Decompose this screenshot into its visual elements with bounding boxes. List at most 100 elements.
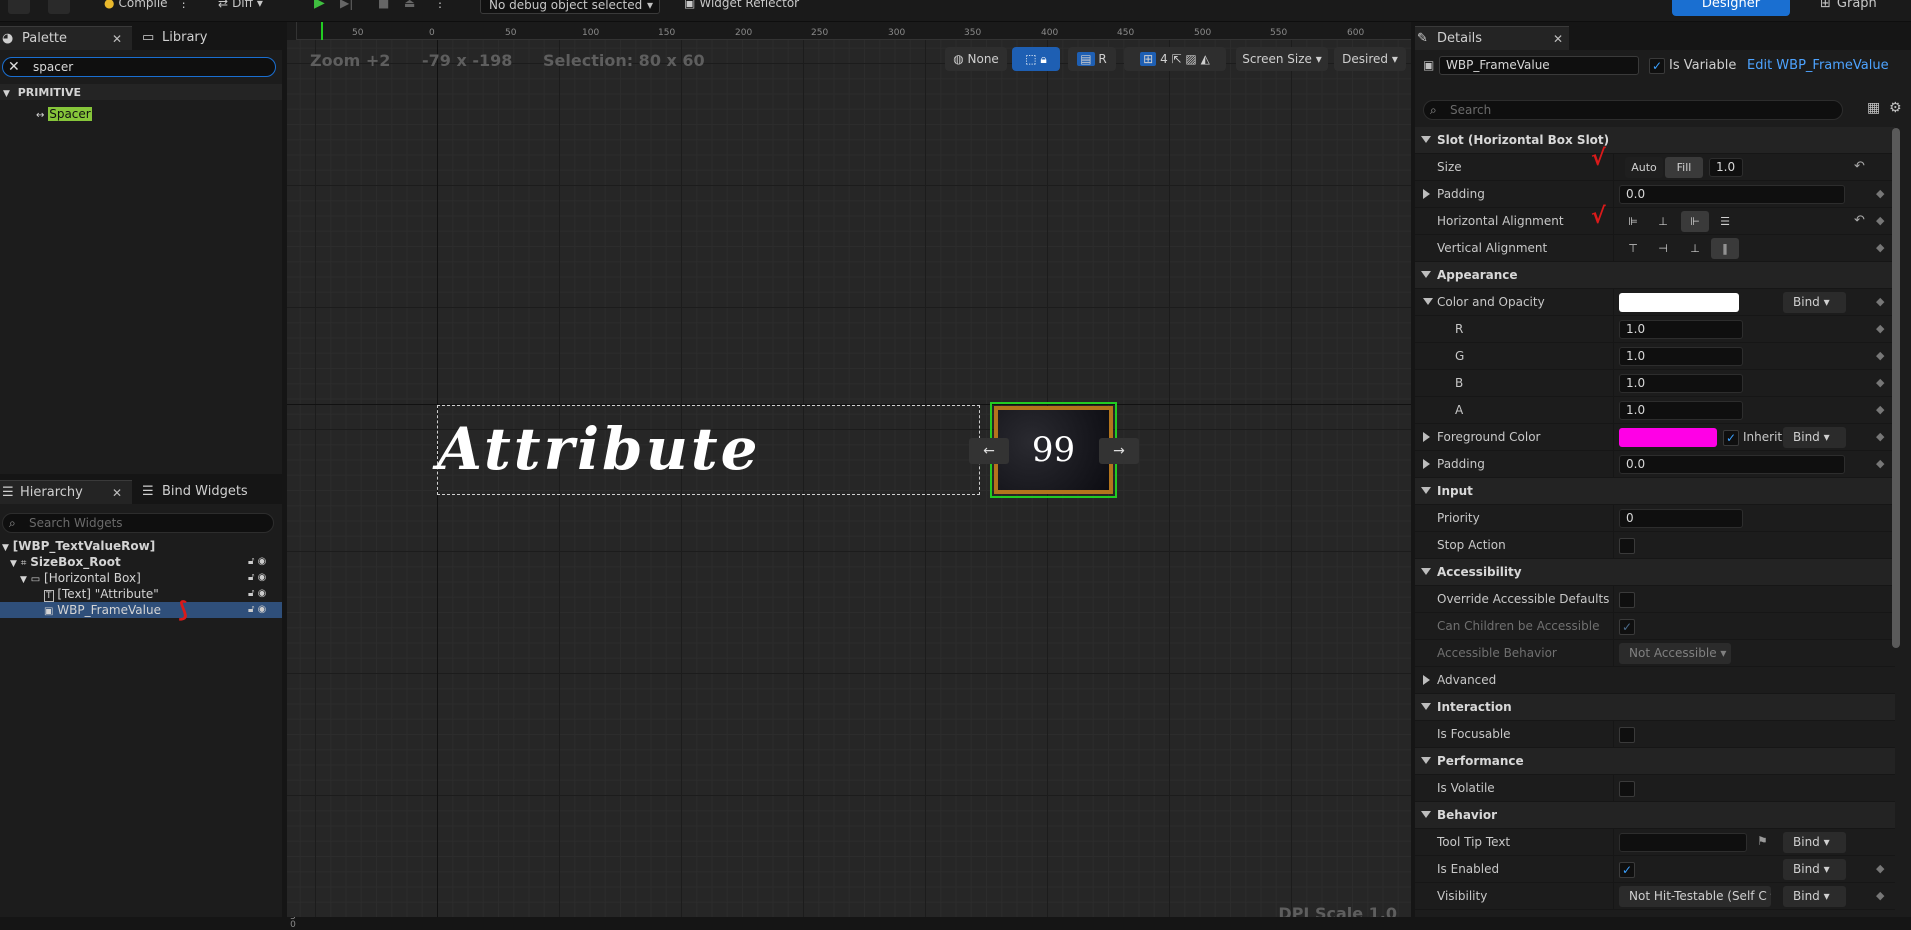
bind-pin-icon[interactable]: ◆ [1876,322,1884,335]
palette-category[interactable]: ▼ PRIMITIVE [0,84,282,100]
debug-object-select[interactable]: No debug object selected ▾ [480,0,660,14]
tab-palette[interactable]: ◕ Palette ✕ [0,26,132,50]
caret-right-icon[interactable] [1423,189,1430,199]
move-right-arrow-icon[interactable]: → [1099,438,1139,464]
close-icon[interactable]: ✕ [1553,27,1563,51]
palette-item-spacer[interactable]: ↔ Spacer [36,106,92,122]
foreground-color-swatch[interactable] [1619,428,1717,447]
is-variable-checkbox[interactable]: ✓ [1649,58,1665,74]
bind-pin-icon[interactable]: ◆ [1876,187,1884,200]
zoom-to-fit-button[interactable]: ▤ R [1068,47,1116,71]
gear-icon[interactable]: ⚙ [1889,100,1902,116]
close-icon[interactable]: ✕ [112,481,122,505]
lock-visibility-toggle[interactable]: 🔓︎ ◉ [248,554,278,570]
move-left-arrow-icon[interactable]: ← [969,438,1009,464]
lock-icon[interactable] [248,538,278,554]
section-interaction[interactable]: Interaction [1415,694,1895,721]
bind-pin-icon[interactable]: ◆ [1876,349,1884,362]
fill-screen-dropdown[interactable]: Desired ▾ [1334,47,1406,71]
bind-button[interactable]: Bind ▾ [1783,292,1846,313]
clear-search-icon[interactable]: ✕ [8,58,20,76]
tree-row-frame-value[interactable]: ▣ WBP_FrameValue [0,602,282,618]
bind-pin-icon[interactable]: ◆ [1876,430,1884,443]
bind-pin-icon[interactable]: ◆ [1876,889,1884,902]
localization-preview-button[interactable]: ◍ None [945,47,1007,71]
close-icon[interactable]: ✕ [112,27,122,51]
lock-visibility-toggle[interactable]: 🔓︎ ◉ [248,602,278,618]
section-behavior[interactable]: Behavior [1415,802,1895,829]
step-button[interactable]: ▶| [340,0,353,10]
browse-icon[interactable] [48,0,70,14]
stop-button[interactable]: ■ [378,0,389,10]
stop-action-checkbox[interactable] [1619,538,1635,554]
section-appearance[interactable]: Appearance [1415,262,1895,289]
frame-value-widget[interactable]: 99 [990,402,1117,498]
details-scrollbar[interactable] [1892,128,1900,648]
section-input[interactable]: Input [1415,478,1895,505]
lock-visibility-toggle[interactable]: 🔓︎ ◉ [248,586,278,602]
bind-pin-icon[interactable]: ◆ [1876,457,1884,470]
align-right-icon[interactable]: ⊩ [1681,211,1709,232]
save-icon[interactable] [8,0,30,14]
palette-search-input[interactable]: ✕ spacer [2,57,276,77]
reset-icon[interactable]: ↶ [1854,213,1865,228]
flag-icon[interactable]: ⚑ [1757,834,1768,848]
a-input[interactable]: 1.0 [1619,401,1743,420]
tree-row-sizebox[interactable]: ▼ ⌗ SizeBox_Root [10,554,282,570]
section-performance[interactable]: Performance [1415,748,1895,775]
section-slot[interactable]: Slot (Horizontal Box Slot) [1415,127,1895,154]
valign-fill-icon[interactable]: ‖ [1711,238,1739,259]
r-input[interactable]: 1.0 [1619,320,1743,339]
designer-canvas[interactable]: Attribute 99 ← → Zoom +2 -79 x -198 Sele… [287,40,1411,917]
bind-button[interactable]: Bind ▾ [1783,832,1846,853]
compile-options-icon[interactable]: ⋮ [178,0,190,9]
override-accessible-checkbox[interactable] [1619,592,1635,608]
details-search-input[interactable]: ⌕ Search [1423,100,1843,120]
tree-row-horizontal-box[interactable]: ▼ ▭ [Horizontal Box] [20,570,282,586]
b-input[interactable]: 1.0 [1619,374,1743,393]
color-opacity-swatch[interactable] [1619,293,1739,312]
align-fill-icon[interactable]: ☰ [1711,211,1739,232]
valign-top-icon[interactable]: ⊤ [1619,238,1647,259]
valign-center-icon[interactable]: ⊣ [1649,238,1677,259]
graph-mode-button[interactable]: ⊞ Graph [1820,0,1877,11]
tab-details[interactable]: ✎ Details ✕ [1415,26,1569,50]
bind-pin-icon[interactable]: ◆ [1876,862,1884,875]
widget-reflector-button[interactable]: ▣ Widget Reflector [684,0,799,10]
bind-button[interactable]: Bind ▾ [1783,859,1846,880]
tab-hierarchy[interactable]: Hierarchy ☰ ✕ [0,480,132,504]
bind-pin-icon[interactable]: ◆ [1876,295,1884,308]
bind-button[interactable]: Bind ▾ [1783,886,1846,907]
is-enabled-checkbox[interactable]: ✓ [1619,862,1635,878]
diff-button[interactable]: ⇄ Diff ▾ [218,0,263,10]
respect-locks-button[interactable]: ⬚ 🔒︎ [1012,47,1060,71]
g-input[interactable]: 1.0 [1619,347,1743,366]
inherit-checkbox[interactable]: ✓ [1723,430,1739,446]
size-fill-button[interactable]: Fill [1665,157,1703,178]
hierarchy-search-input[interactable]: ⌕ Search Widgets [2,513,274,533]
caret-down-icon[interactable] [1423,298,1433,305]
is-focusable-checkbox[interactable] [1619,727,1635,743]
bind-pin-icon[interactable]: ◆ [1876,403,1884,416]
designer-mode-button[interactable]: Designer [1672,0,1790,16]
grid-snap-controls[interactable]: ⊞ 4 ⇱ ▨ ◭ [1124,47,1226,71]
visibility-dropdown[interactable]: Not Hit-Testable (Self C ▾ [1619,886,1771,907]
reset-icon[interactable]: ↶ [1854,159,1865,174]
tree-row-text[interactable]: T [Text] "Attribute" [44,586,282,602]
size-fill-value[interactable]: 1.0 [1709,158,1743,177]
is-volatile-checkbox[interactable] [1619,781,1635,797]
bind-pin-icon[interactable]: ◆ [1876,376,1884,389]
tree-row-root[interactable]: ▼ [WBP_TextValueRow] [2,538,282,554]
bind-pin-icon[interactable]: ◆ [1876,241,1884,254]
eject-button[interactable]: ⏏ [404,0,415,10]
play-button[interactable]: ▶ [314,0,325,10]
caret-right-icon[interactable] [1423,459,1430,469]
priority-input[interactable]: 0 [1619,509,1743,528]
screen-size-dropdown[interactable]: Screen Size ▾ [1236,47,1328,71]
play-options-icon[interactable]: ⋮ [434,0,446,10]
bind-button[interactable]: Bind ▾ [1783,427,1846,448]
caret-right-icon[interactable] [1423,675,1430,685]
compile-button[interactable]: ● Compile ⋮ [104,0,190,10]
attribute-text[interactable]: Attribute [437,410,758,488]
padding-appearance-input[interactable]: 0.0 [1619,455,1845,474]
